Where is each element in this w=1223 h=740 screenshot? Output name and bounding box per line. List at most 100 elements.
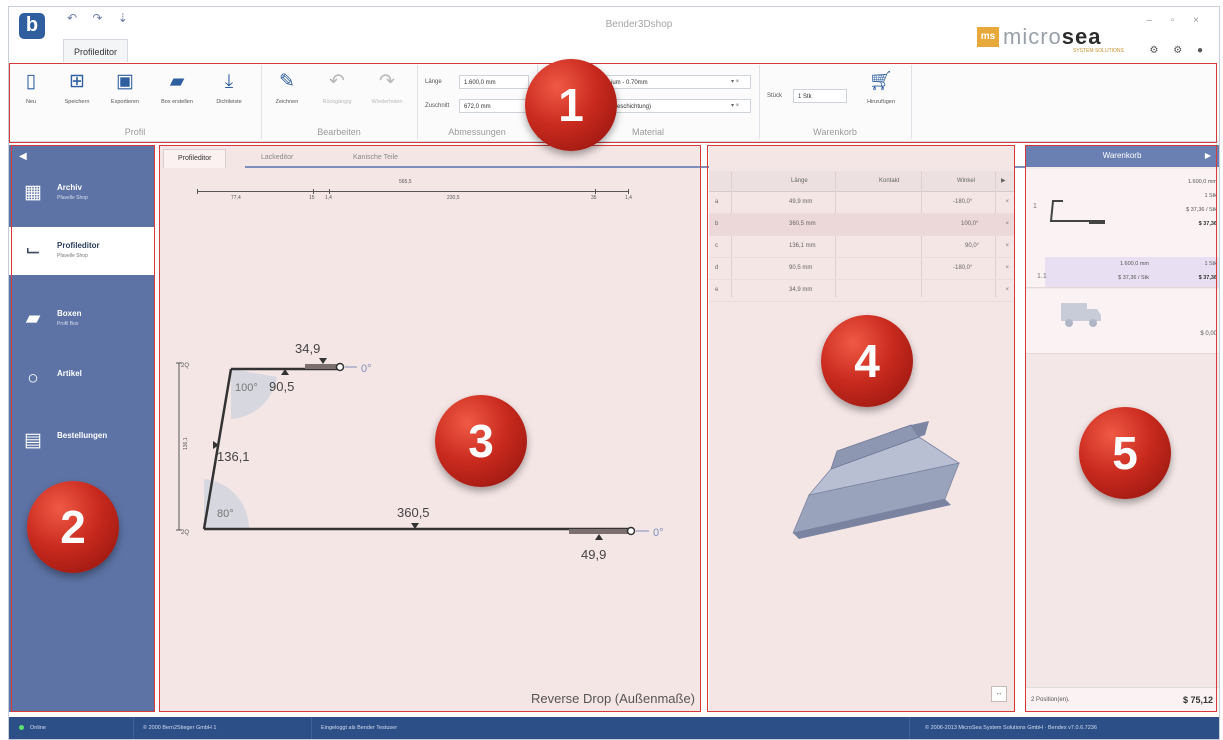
redo-button[interactable]: ↷ Wiederholen bbox=[367, 69, 407, 113]
boxes-icon: ▰ bbox=[25, 308, 41, 329]
table-row[interactable]: e 34,9 mm × bbox=[709, 280, 1015, 302]
table-row[interactable]: a 49,9 mm -180,0° × bbox=[709, 192, 1015, 214]
window-title: Bender3Dshop bbox=[605, 19, 673, 30]
length-input[interactable]: 1.600,0 mm bbox=[459, 75, 529, 89]
segment-table-pane: Länge Kontakt Winkel ▶ a 49,9 mm -180,0°… bbox=[709, 145, 1015, 712]
expand-preview-button[interactable]: ↔ bbox=[991, 686, 1007, 702]
top-hem-end[interactable] bbox=[335, 362, 345, 372]
coating-clear-icon[interactable]: ▾ × bbox=[731, 102, 739, 109]
dim-top-bend: 90,5 bbox=[269, 379, 294, 394]
cart-item[interactable]: 1 1.600,0 mm 1 Stk $ 37,36 / Stk $ 37,36… bbox=[1025, 169, 1219, 288]
table-row[interactable]: b 360,5 mm 100,0° × bbox=[709, 214, 1015, 236]
article-icon: ○ bbox=[27, 368, 39, 389]
ribbon-group-profil: ▯ Neu ⊞ Speichern ▣ Exportieren ▰ Box er… bbox=[9, 65, 262, 139]
qty-label: Stück bbox=[767, 93, 783, 99]
callout-badge-5: 5 bbox=[1079, 407, 1171, 499]
material-select[interactable]: ...ium - 0.70mm bbox=[601, 75, 751, 89]
ribbon-group-label: Profil bbox=[124, 127, 146, 137]
cart-header[interactable]: Warenkorb ▶ bbox=[1025, 145, 1219, 167]
window-controls[interactable]: – ▫ × bbox=[1146, 15, 1207, 26]
ribbon-group-warenkorb: Stück 1 Stk 🛒︎ Hinzufügen Warenkorb bbox=[759, 65, 912, 139]
delete-row-icon[interactable]: × bbox=[1005, 236, 1009, 257]
dim-bottom-hem: 49,9 bbox=[581, 547, 606, 562]
create-box-button[interactable]: ▰ Box erstellen bbox=[157, 69, 197, 113]
callout-badge-4: 4 bbox=[821, 315, 913, 407]
status-bar: Online © 2000 Bern2Stieger GmbH 1 Eingel… bbox=[9, 717, 1219, 739]
delete-row-icon[interactable]: × bbox=[1005, 258, 1009, 279]
qty-stepper[interactable]: 1 Stk bbox=[793, 89, 847, 103]
material-clear-icon[interactable]: ▾ × bbox=[731, 78, 739, 85]
profile-3d-preview[interactable] bbox=[769, 415, 969, 545]
angle-top-label: 100° bbox=[235, 382, 258, 394]
download-icon: ⤓ bbox=[224, 71, 234, 92]
sidebar-item-bestellungen[interactable]: ▤ Bestellungen bbox=[9, 417, 155, 465]
delete-row-icon[interactable]: × bbox=[1005, 280, 1009, 301]
profile-drawing[interactable]: 2Q 2Q 136,1 34,9 90,5 100° 136,1 80° 360… bbox=[159, 145, 701, 712]
save-button[interactable]: ⊞ Speichern bbox=[57, 69, 97, 113]
collapse-sidebar-icon[interactable]: ◀ bbox=[19, 151, 27, 162]
archive-icon: ▦ bbox=[24, 182, 42, 203]
ribbon-group-bearbeiten: ✎ Zeichnen ↶ Rückgängig ↷ Wiederholen Be… bbox=[261, 65, 418, 139]
height-total-label: 136,1 bbox=[183, 437, 189, 450]
seal-strip-button[interactable]: ⤓ Dichtleiste bbox=[209, 69, 249, 113]
brand-subtitle: SYSTEM SOLUTIONS bbox=[1073, 48, 1124, 54]
help-controls[interactable]: ⚙ ⚙ ● bbox=[1149, 45, 1209, 56]
table-row[interactable]: c 136,1 mm 90,0° × bbox=[709, 236, 1015, 258]
sidebar-item-archiv[interactable]: ▦ Archiv Pfavelle Shop bbox=[9, 169, 155, 217]
length-label: Länge bbox=[425, 79, 442, 85]
profile-editor-pane[interactable]: Profileditor Lackeditor Kanische Teile 5… bbox=[159, 145, 1219, 712]
cart-item-profile-icon bbox=[1049, 200, 1105, 224]
undo-button[interactable]: ↶ Rückgängig bbox=[317, 69, 357, 113]
top-hem[interactable] bbox=[305, 364, 339, 369]
online-status-icon bbox=[19, 725, 24, 731]
brand-mark-icon: ms bbox=[977, 27, 999, 47]
truck-icon bbox=[1061, 303, 1101, 327]
shipping-total: $ 0,00 bbox=[1200, 331, 1217, 337]
draw-button[interactable]: ✎ Zeichnen bbox=[267, 69, 307, 113]
angle-right-top-label: 0° bbox=[361, 363, 372, 375]
quick-access-toolbar[interactable]: ↶ ↷ ⇣ bbox=[67, 11, 134, 25]
cart-title: Warenkorb bbox=[1102, 151, 1142, 160]
bottom-hem[interactable] bbox=[569, 529, 631, 534]
cart-shipping: $ 0,00 bbox=[1025, 289, 1219, 354]
dim-side: 136,1 bbox=[217, 449, 250, 464]
table-nav-icon[interactable]: ▶ bbox=[1001, 171, 1006, 191]
table-header: Länge Kontakt Winkel ▶ bbox=[709, 171, 1015, 192]
brand-logo: ms microsea SYSTEM SOLUTIONS bbox=[977, 23, 1127, 54]
status-copyright: © 2000 Bern2Stieger GmbH 1 bbox=[143, 725, 217, 731]
cart-collapse-icon[interactable]: ▶ bbox=[1205, 145, 1211, 167]
angle-bottom-label: 80° bbox=[217, 508, 234, 520]
col-length[interactable]: Länge bbox=[791, 171, 808, 191]
add-to-cart-button[interactable]: 🛒︎ Hinzufügen bbox=[861, 69, 901, 113]
callout-badge-3: 3 bbox=[435, 395, 527, 487]
table-row[interactable]: d 90,5 mm -180,0° × bbox=[709, 258, 1015, 280]
sidebar-item-artikel[interactable]: ○ Artikel bbox=[9, 355, 155, 403]
delete-row-icon[interactable]: × bbox=[1005, 192, 1009, 213]
ribbon-tab-profileditor[interactable]: Profileditor bbox=[63, 39, 129, 62]
coating-select[interactable]: ...(Beschichtung) bbox=[601, 99, 751, 113]
export-button[interactable]: ▣ Exportieren bbox=[105, 69, 145, 113]
app-logo-icon[interactable]: b bbox=[19, 13, 45, 39]
cart-item-index: 1 bbox=[1033, 203, 1037, 210]
sidebar-item-profileditor[interactable]: ⌙ Profileditor Pfavelle Shop bbox=[9, 227, 155, 275]
status-login: Eingeloggt als Bender Testuser bbox=[321, 725, 398, 731]
blank-label: Zuschnitt bbox=[425, 103, 450, 109]
col-angle[interactable]: Winkel bbox=[957, 171, 975, 191]
sidebar-item-boxen[interactable]: ▰ Boxen Profil Box bbox=[9, 295, 155, 343]
new-button[interactable]: ▯ Neu bbox=[11, 69, 51, 113]
dim-top-flange: 34,9 bbox=[295, 341, 320, 356]
cart-add-icon: 🛒︎ bbox=[868, 71, 894, 92]
blank-input[interactable]: 672,0 mm bbox=[459, 99, 529, 113]
delete-row-icon[interactable]: × bbox=[1005, 214, 1009, 235]
callout-badge-1: 1 bbox=[525, 59, 617, 151]
height-bottom-label: 2Q bbox=[181, 530, 189, 536]
ribbon-group-label: Warenkorb bbox=[813, 127, 857, 137]
ribbon-group-label: Abmessungen bbox=[448, 127, 506, 137]
floppy-icon: ▣ bbox=[116, 71, 134, 92]
ribbon-group-abmessungen: Länge 1.600,0 mm Zuschnitt 672,0 mm Abme… bbox=[417, 65, 538, 139]
angle-arc-top bbox=[231, 369, 277, 419]
col-contact[interactable]: Kontakt bbox=[879, 171, 899, 191]
bottom-hem-end[interactable] bbox=[626, 526, 636, 536]
grid-icon: ⊞ bbox=[69, 71, 85, 92]
sidebar: ◀ ▦ Archiv Pfavelle Shop ⌙ Profileditor … bbox=[9, 145, 155, 712]
